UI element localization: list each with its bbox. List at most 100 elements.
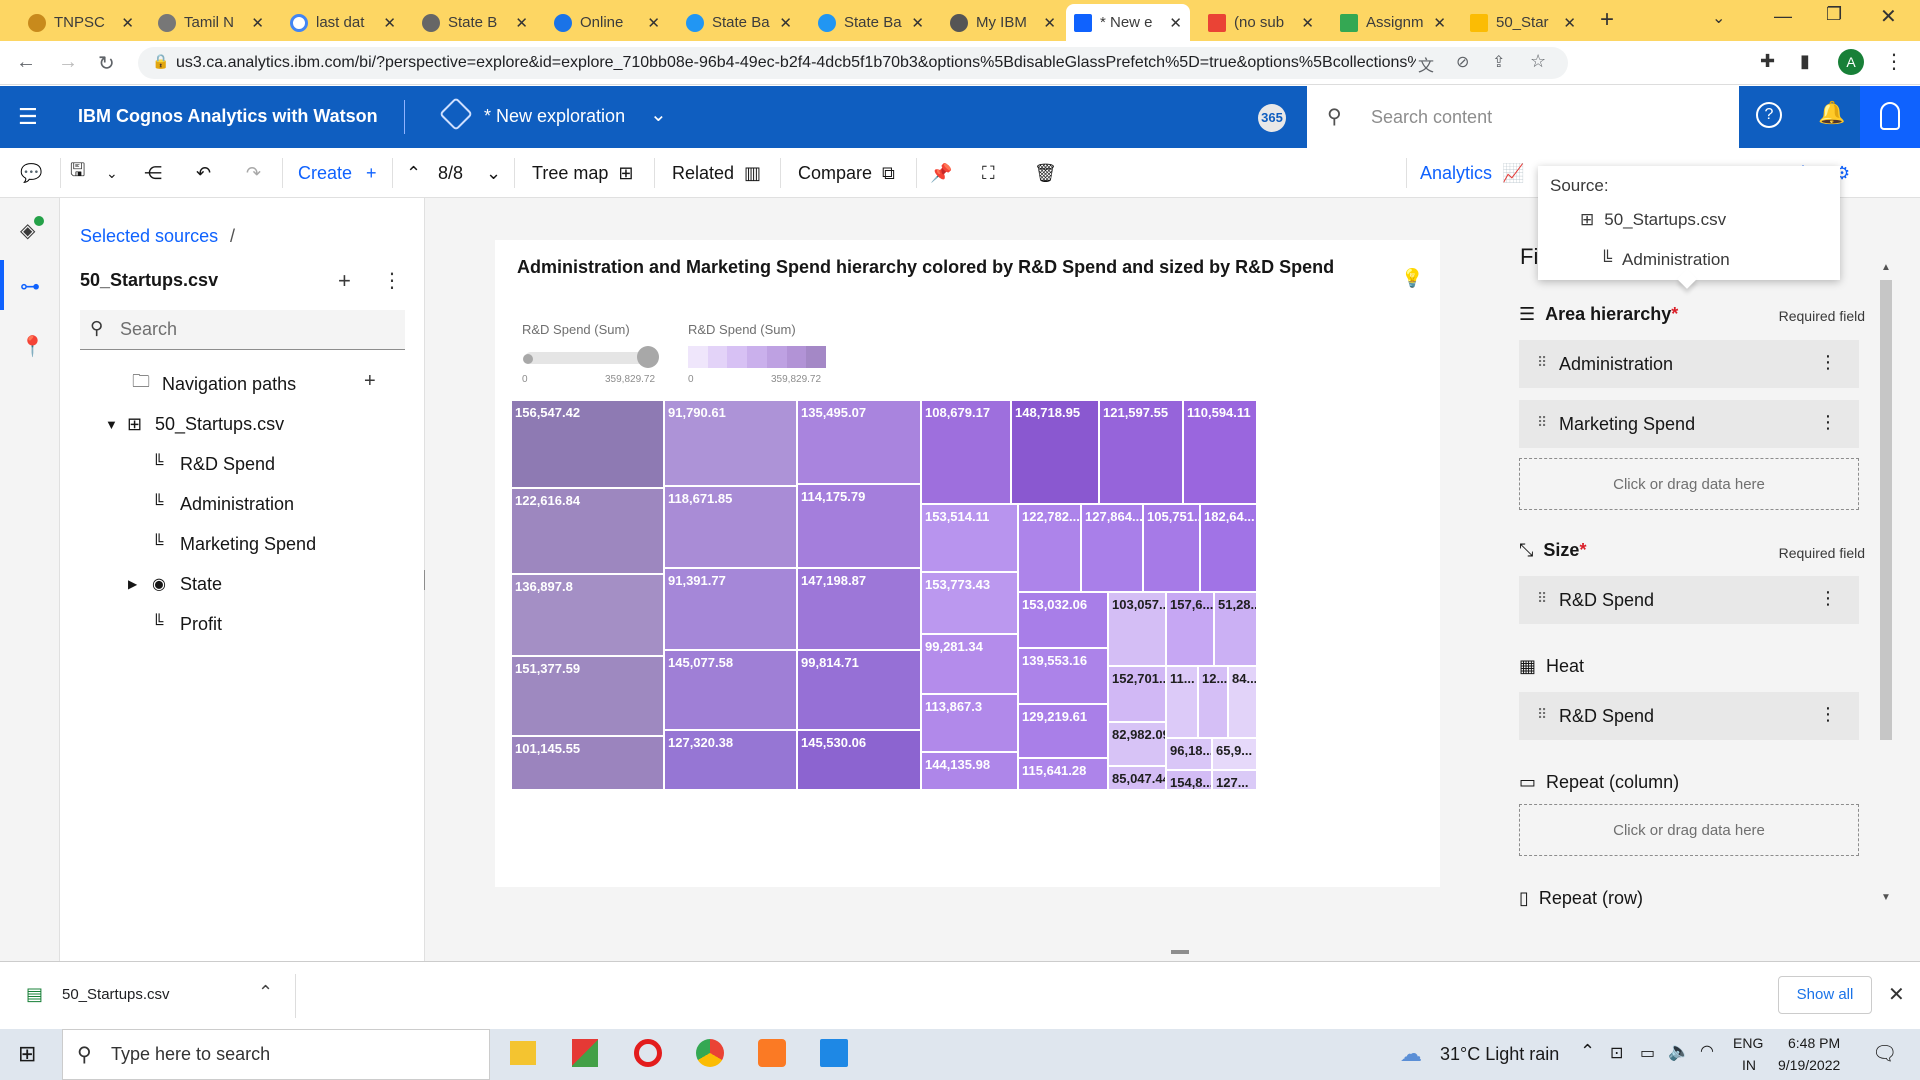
field-overflow-icon[interactable]: ⋮ (1819, 588, 1837, 609)
notification-bell-icon[interactable]: 🔔 (1818, 100, 1845, 126)
scroll-down-icon[interactable]: ▼ (1881, 892, 1891, 903)
close-tab-icon[interactable]: ✕ (1043, 14, 1056, 32)
windows-start-icon[interactable]: ⊞ (18, 1041, 36, 1067)
treemap-cell[interactable]: 153,514.11 (921, 504, 1018, 572)
badge-365[interactable]: 365 (1258, 104, 1286, 132)
url-field[interactable]: 🔒 us3.ca.analytics.ibm.com/bi/?perspecti… (138, 47, 1568, 79)
treemap-cell[interactable]: 91,391.77 (664, 568, 797, 650)
language-indicator[interactable]: ENG (1733, 1035, 1763, 1051)
browser-tab[interactable]: My IBM ✕ (942, 4, 1064, 41)
treemap-cell[interactable]: 156,547.42 (511, 400, 664, 488)
treemap-button[interactable]: Tree map ⊞ (532, 148, 633, 198)
field-overflow-icon[interactable]: ⋮ (1819, 704, 1837, 725)
add-source-button[interactable]: + (338, 268, 351, 294)
browser-tab[interactable]: (no sub ✕ (1200, 4, 1322, 41)
field-size-rd-spend[interactable]: ⠿ R&D Spend ⋮ (1519, 576, 1859, 624)
opera-icon[interactable] (634, 1039, 662, 1067)
tree-item-marketing-spend[interactable]: ╚ Marketing Spend (152, 528, 316, 560)
treemap-cell[interactable]: 144,135.98 (921, 752, 1018, 790)
pin-icon[interactable]: 📍 (20, 334, 45, 359)
treemap-cell[interactable]: 115,641.28 (1018, 758, 1108, 790)
close-tab-icon[interactable]: ✕ (121, 14, 134, 32)
browser-tab[interactable]: State B ✕ (414, 4, 536, 41)
treemap-cell[interactable]: 84... (1228, 666, 1257, 738)
treemap-cell[interactable]: 121,597.55 (1099, 400, 1183, 504)
undo-icon[interactable]: ↶ (196, 148, 211, 198)
save-icon[interactable]: 🖫 (70, 148, 85, 198)
treemap-cell[interactable]: 153,032.06 (1018, 592, 1108, 648)
chevron-down-icon[interactable]: ⌄ (650, 102, 667, 127)
share-icon[interactable]: ⇪ (1492, 52, 1505, 72)
close-window-button[interactable]: ✕ (1880, 4, 1897, 29)
area-hierarchy-drop-zone[interactable]: Click or drag data here (1519, 458, 1859, 510)
treemap-cell[interactable]: 145,077.58 (664, 650, 797, 730)
sidepanel-icon[interactable]: ▮ (1800, 51, 1810, 72)
canvas-resize-handle[interactable] (1171, 950, 1189, 954)
close-tab-icon[interactable]: ✕ (383, 14, 396, 32)
breadcrumb-selected-sources[interactable]: Selected sources (80, 226, 218, 247)
weather-text[interactable]: 31°C Light rain (1440, 1044, 1559, 1065)
share-icon[interactable]: ⋲ (144, 148, 162, 198)
drag-handle-icon[interactable]: ⠿ (1537, 414, 1547, 431)
close-tab-icon[interactable]: ✕ (1433, 14, 1446, 32)
field-marketing-spend[interactable]: ⠿ Marketing Spend ⋮ (1519, 400, 1859, 448)
exploration-title[interactable]: * New exploration (484, 106, 625, 127)
reload-icon[interactable]: ↻ (98, 51, 115, 76)
show-all-button[interactable]: Show all (1778, 976, 1872, 1014)
wifi-icon[interactable]: ◠ (1700, 1041, 1714, 1061)
close-tab-icon[interactable]: ✕ (515, 14, 528, 32)
caret-down-icon[interactable]: ▼ (105, 417, 127, 432)
download-file-name[interactable]: 50_Startups.csv (62, 986, 170, 1003)
treemap-cell[interactable]: 82,982.09 (1108, 722, 1166, 766)
caret-right-icon[interactable]: ▶ (128, 577, 152, 591)
treemap-cell[interactable]: 129,219.61 (1018, 704, 1108, 758)
treemap-cell[interactable]: 101,145.55 (511, 736, 664, 790)
battery-icon[interactable]: ▭ (1640, 1043, 1655, 1063)
panel-scrollbar[interactable] (1880, 280, 1892, 740)
close-tab-icon[interactable]: ✕ (1169, 14, 1182, 32)
maximize-button[interactable]: ❐ (1826, 4, 1842, 25)
treemap-cell[interactable]: 110,594.11 (1183, 400, 1257, 504)
treemap-cell[interactable]: 127... (1212, 770, 1257, 790)
visualization-card[interactable]: Administration and Marketing Spend hiera… (495, 240, 1440, 887)
browser-tab[interactable]: TNPSC ✕ (20, 4, 142, 41)
redo-icon[interactable]: ↷ (246, 148, 261, 198)
close-tab-icon[interactable]: ✕ (911, 14, 924, 32)
treemap-cell[interactable]: 153,773.43 (921, 572, 1018, 634)
treemap-cell[interactable]: 105,751... (1143, 504, 1200, 592)
tree-item-state[interactable]: ▶ ◉ State (128, 568, 222, 600)
volume-icon[interactable]: 🔈 (1668, 1041, 1690, 1062)
pin-icon[interactable]: 📌 (930, 148, 952, 198)
treemap-cell[interactable]: 99,281.34 (921, 634, 1018, 694)
chrome-icon[interactable] (696, 1039, 724, 1067)
tray-chevron-icon[interactable]: ⌃ (1580, 1041, 1595, 1062)
bookmark-star-icon[interactable]: ☆ (1530, 51, 1546, 72)
extensions-icon[interactable]: ✚ (1760, 51, 1775, 72)
tree-item-profit[interactable]: ╚ Profit (152, 608, 222, 640)
overflow-menu-icon[interactable]: ⋮ (382, 268, 402, 293)
treemap-cell[interactable]: 103,057... (1108, 592, 1166, 666)
delete-icon[interactable]: 🗑 (1034, 148, 1057, 198)
notification-center-icon[interactable]: 🗨 (1872, 1041, 1897, 1066)
file-explorer-icon[interactable] (510, 1041, 536, 1065)
insights-lightbulb-icon[interactable]: 💡 (1401, 268, 1423, 289)
treemap-cell[interactable]: 99,814.71 (797, 650, 921, 730)
treemap-cell[interactable]: 122,616.84 (511, 488, 664, 574)
taskbar-search-input[interactable]: ⚲ Type here to search (62, 1029, 490, 1080)
browser-menu-icon[interactable]: ⋮ (1884, 49, 1904, 74)
compare-button[interactable]: Compare ⧉ (798, 148, 895, 198)
field-overflow-icon[interactable]: ⋮ (1819, 352, 1837, 373)
treemap-cell[interactable]: 12... (1198, 666, 1228, 738)
field-overflow-icon[interactable]: ⋮ (1819, 412, 1837, 433)
help-icon[interactable]: ? (1756, 102, 1782, 128)
photos-icon[interactable] (820, 1039, 848, 1067)
save-chevron-icon[interactable]: ⌄ (106, 148, 118, 198)
drag-handle-icon[interactable]: ⠿ (1537, 590, 1547, 607)
hamburger-menu-icon[interactable]: ☰ (18, 104, 38, 130)
related-button[interactable]: Related ▥ (672, 148, 761, 198)
search-content-field[interactable]: ⚲ Search content (1307, 86, 1739, 148)
eye-off-icon[interactable]: ⊘ (1456, 52, 1469, 72)
scroll-up-icon[interactable]: ▲ (1881, 262, 1891, 273)
treemap-cell[interactable]: 152,701... (1108, 666, 1166, 722)
close-tab-icon[interactable]: ✕ (1563, 14, 1576, 32)
